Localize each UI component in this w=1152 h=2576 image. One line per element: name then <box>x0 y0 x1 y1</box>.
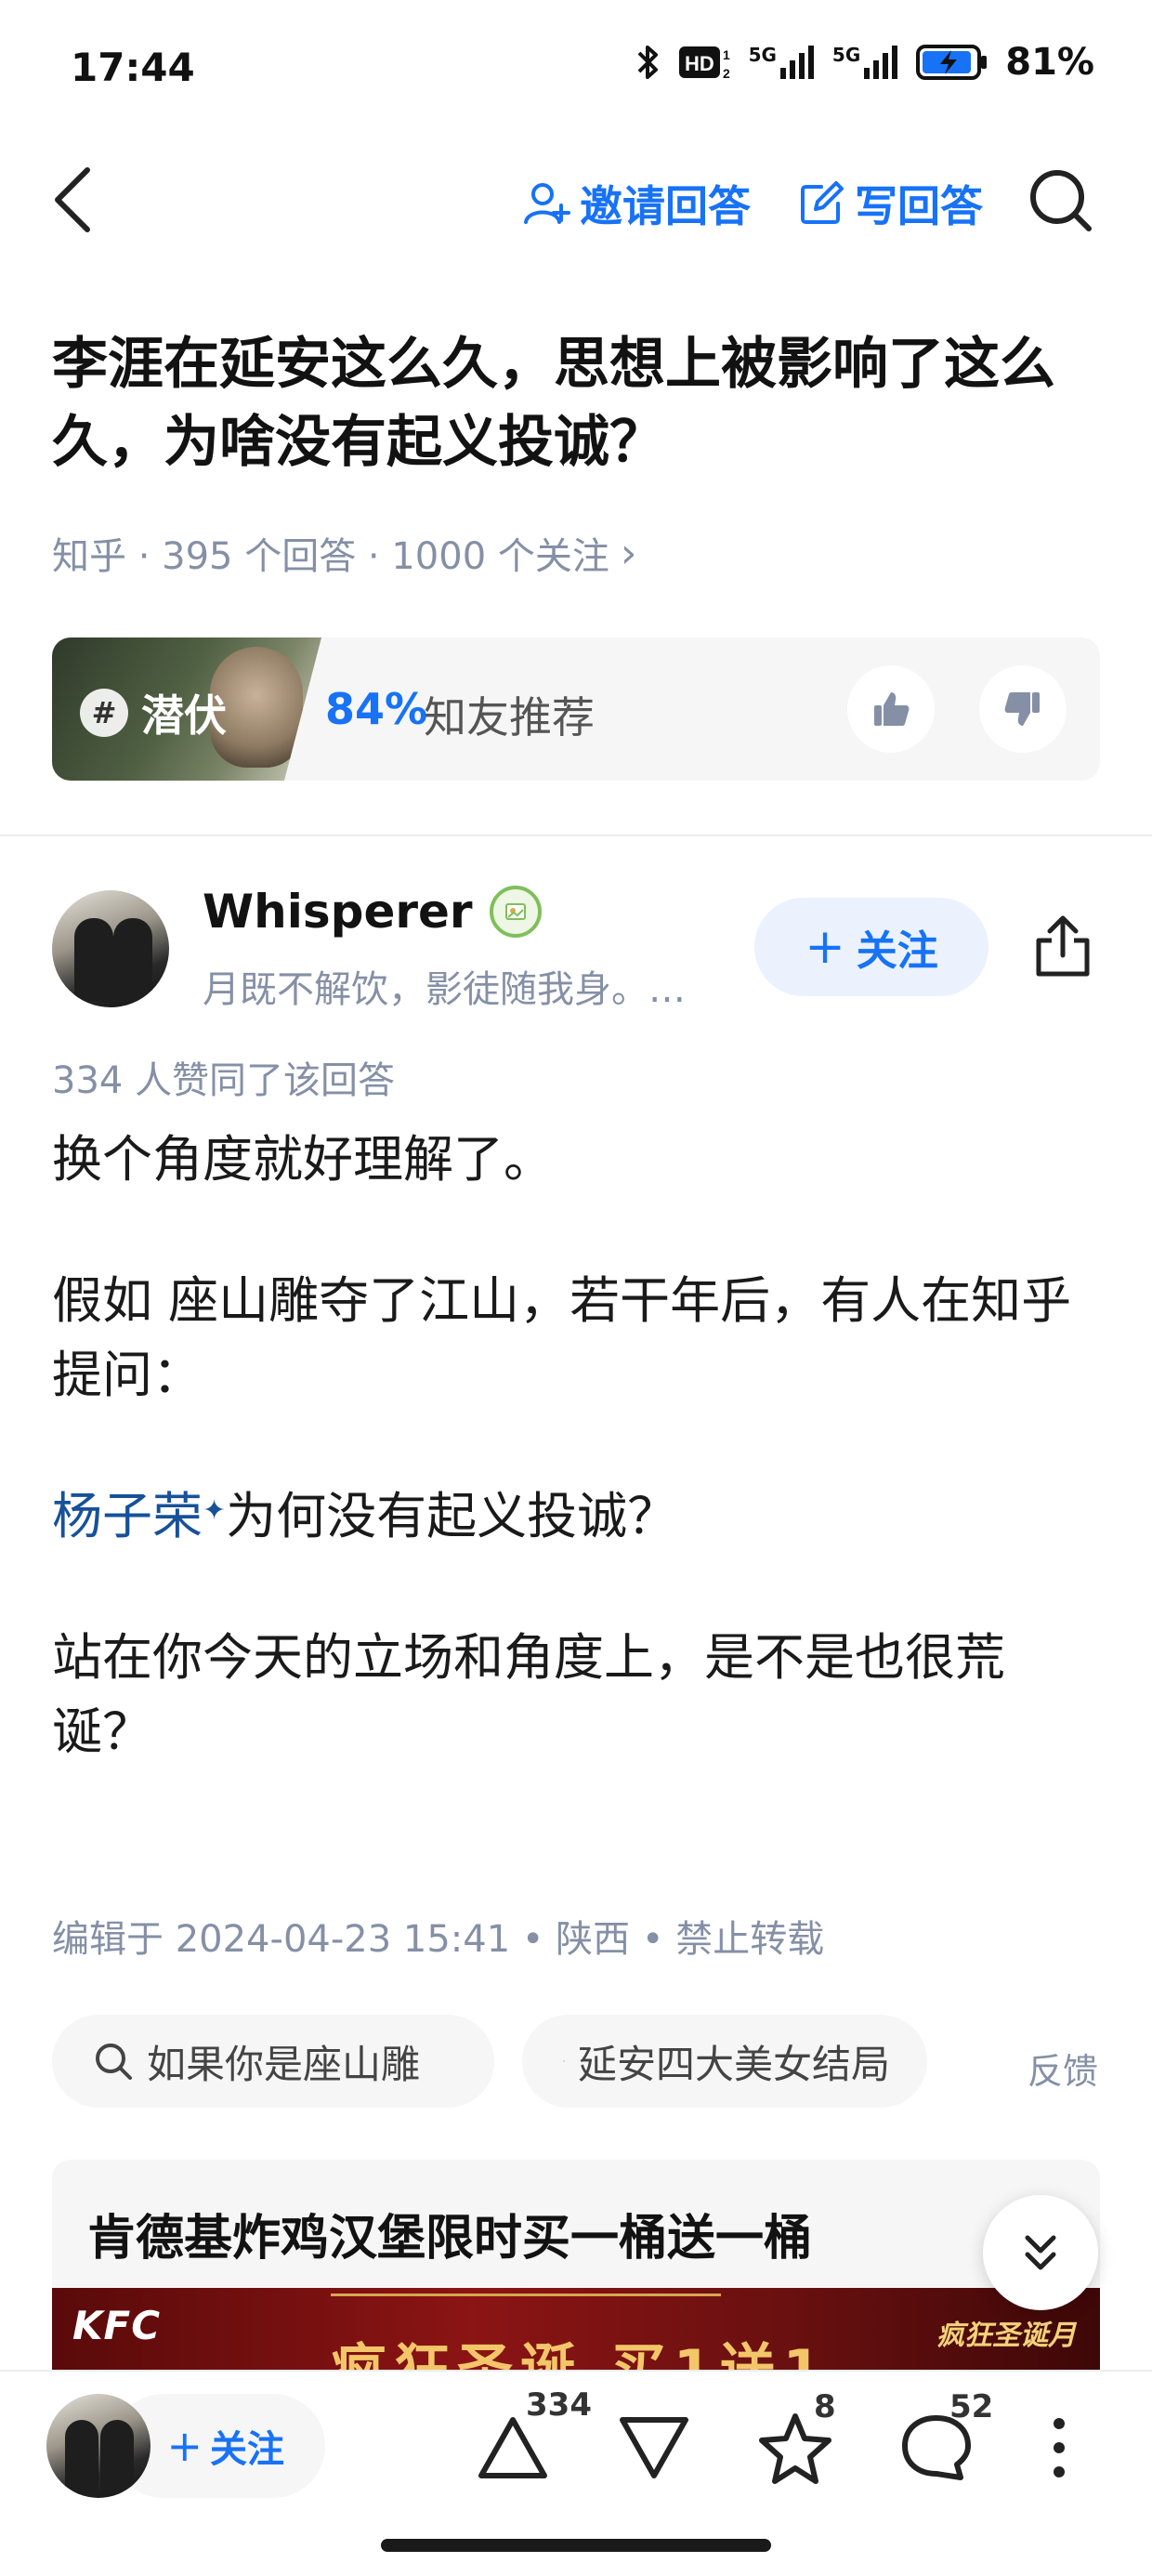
thumbs-up-button[interactable] <box>847 665 935 753</box>
invite-answer-label: 邀请回答 <box>580 181 751 231</box>
question-title: 李涯在延安这么久，思想上被影响了这么久，为啥没有起义投诚？ <box>52 332 1055 475</box>
ad-title: 肯德基炸鸡汉堡限时买一桶送一桶 <box>87 2211 813 2267</box>
svg-text:HD: HD <box>685 52 714 75</box>
author-name-row[interactable]: Whisperer <box>203 885 542 939</box>
battery-charging-icon <box>916 45 988 80</box>
svg-text:1: 1 <box>723 47 730 62</box>
ad-ornament <box>331 2293 721 2310</box>
answer-paragraph: 换个角度就好理解了。 <box>52 1130 554 1189</box>
ad-card[interactable]: 肯德基炸鸡汉堡限时买一桶送一桶 KFC 疯狂圣诞 买1送1 疯狂圣诞月 <box>52 2160 1100 2373</box>
answer-paragraph: 杨子荣✦为何没有起义投诚？ <box>52 1479 1102 1554</box>
scroll-down-button[interactable] <box>983 2195 1098 2310</box>
downvote-button[interactable] <box>613 2407 695 2489</box>
edit-icon <box>801 181 844 224</box>
battery-percent: 81% <box>1005 41 1094 84</box>
movie-tag: # 潜伏 <box>80 682 227 743</box>
signal-icon-2 <box>864 46 898 79</box>
recommend-percent: 84% <box>325 684 428 734</box>
follow-label: 关注 <box>210 2428 284 2471</box>
more-vertical-icon <box>1054 2418 1065 2477</box>
invite-answer-button[interactable]: 邀请回答 <box>522 173 751 234</box>
double-chevron-down-icon <box>1025 2235 1056 2270</box>
thumbs-down-icon <box>1004 692 1040 726</box>
write-answer-label: 写回答 <box>855 181 983 231</box>
signal-icon <box>779 46 814 79</box>
favorite-count: 8 <box>814 2388 836 2425</box>
avatar-figure <box>100 2420 134 2494</box>
bluetooth-icon <box>637 46 658 79</box>
answer-text: 为何没有起义投诚？ <box>226 1487 678 1545</box>
home-indicator[interactable] <box>381 2539 771 2552</box>
bottom-author-avatar[interactable] <box>46 2394 151 2498</box>
answer-paragraph: 站在你今天的立场和角度上，是不是也很荒诞？ <box>52 1628 1005 1761</box>
hd-icon: HD 1 2 <box>678 46 730 81</box>
invite-user-icon <box>524 183 570 224</box>
follow-label: 关注 <box>856 927 938 975</box>
network-label-1: 5G <box>748 44 777 66</box>
network-label-2: 5G <box>831 44 861 66</box>
movie-tag-label: 潜伏 <box>141 690 227 741</box>
upvote-triangle-icon <box>478 2417 547 2478</box>
author-name: Whisperer <box>203 885 473 939</box>
chevron-left-icon <box>55 167 90 232</box>
follow-author-button[interactable]: + 关注 <box>754 898 988 996</box>
hashtag-icon: # <box>80 689 128 737</box>
answer-paragraph: 假如 座山雕夺了江山，若干年后，有人在知乎提问： <box>52 1271 1072 1404</box>
plus-icon: + <box>166 2421 203 2471</box>
search-icon <box>1030 170 1092 231</box>
ad-banner: KFC 疯狂圣诞 买1送1 疯狂圣诞月 <box>52 2288 1100 2373</box>
ad-month-text: 疯狂圣诞月 <box>936 2320 1076 2352</box>
entity-link[interactable]: 杨子荣 <box>52 1487 203 1545</box>
share-button[interactable] <box>1029 914 1096 981</box>
avatar-figure <box>74 918 113 1002</box>
question-meta[interactable]: 知乎 · 395 个回答 · 1000 个关注 › <box>52 526 636 580</box>
related-search-label: 延安四大美女结局 <box>577 2041 890 2087</box>
thumbs-up-icon <box>874 692 910 726</box>
sparkle-icon: ✦ <box>203 1494 227 1527</box>
feedback-link[interactable]: 反馈 <box>1028 2043 1098 2094</box>
write-answer-button[interactable]: 写回答 <box>797 173 983 234</box>
plus-icon: + <box>805 919 845 975</box>
related-search-label: 如果你是座山雕 <box>147 2041 421 2087</box>
kfc-logo: KFC <box>72 2303 162 2348</box>
author-badge-icon <box>489 886 542 938</box>
vote-summary: 334 人赞同了该回答 <box>52 1059 396 1102</box>
thumbs-down-button[interactable] <box>979 665 1067 753</box>
movie-recommendation-card[interactable]: # 潜伏 84% 知友推荐 <box>52 637 1100 781</box>
svg-text:2: 2 <box>723 66 730 81</box>
back-button[interactable] <box>45 158 100 242</box>
recommend-label: 知友推荐 <box>424 692 595 743</box>
search-icon <box>96 2044 132 2080</box>
author-avatar[interactable] <box>52 890 169 1007</box>
downvote-triangle-icon <box>620 2417 688 2478</box>
edit-meta: 编辑于 2024-04-23 15:41 • 陕西 • 禁止转载 <box>52 1918 825 1961</box>
status-icons: HD 1 2 5G 5G 81% <box>635 41 1094 84</box>
search-button[interactable] <box>1026 165 1094 234</box>
upvote-count: 334 <box>526 2386 592 2424</box>
share-icon <box>1036 915 1090 977</box>
author-bio: 月既不解饮，影徒随我身。… <box>203 968 686 1011</box>
avatar-figure <box>113 918 152 1002</box>
chevron-right-icon: › <box>620 529 637 577</box>
related-search-chip[interactable]: 延安四大美女结局 <box>522 2015 927 2108</box>
more-options-button[interactable] <box>1031 2407 1087 2489</box>
question-meta-text: 知乎 · 395 个回答 · 1000 个关注 <box>52 535 609 578</box>
section-divider <box>0 835 1152 836</box>
ad-promo-text: 疯狂圣诞 买1送1 <box>331 2338 830 2373</box>
movie-poster: # 潜伏 <box>52 637 321 781</box>
status-time: 17:44 <box>71 45 195 90</box>
avatar-figure <box>65 2420 98 2494</box>
answer-content: 换个角度就好理解了。 假如 座山雕夺了江山，若干年后，有人在知乎提问： 杨子荣✦… <box>52 1123 1102 1836</box>
comment-count: 52 <box>949 2388 994 2425</box>
related-search-chip[interactable]: 如果你是座山雕 <box>52 2015 494 2108</box>
search-icon <box>563 2060 565 2062</box>
